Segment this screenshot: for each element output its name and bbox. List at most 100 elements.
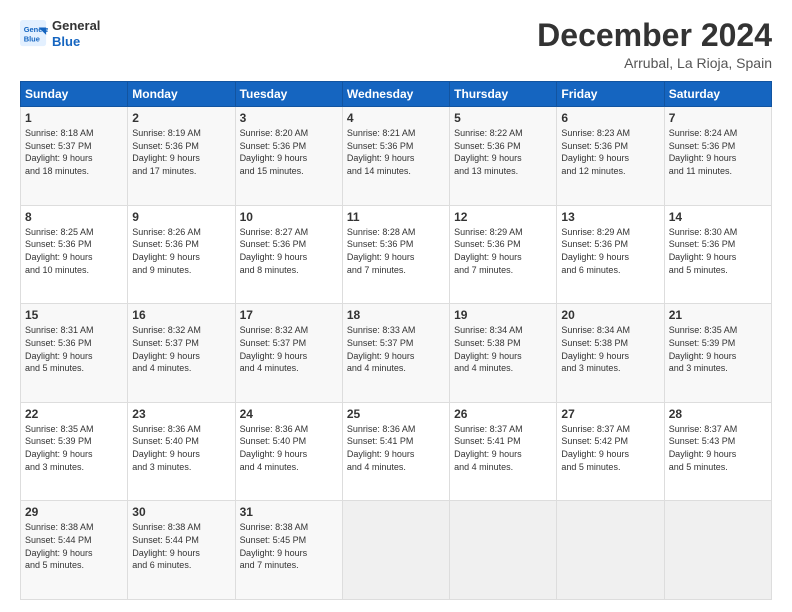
day-info: Sunrise: 8:24 AMSunset: 5:36 PMDaylight:…	[669, 127, 767, 177]
day-info: Sunrise: 8:37 AMSunset: 5:43 PMDaylight:…	[669, 423, 767, 473]
weekday-header-tuesday: Tuesday	[235, 82, 342, 107]
day-number: 12	[454, 210, 552, 224]
day-info: Sunrise: 8:37 AMSunset: 5:41 PMDaylight:…	[454, 423, 552, 473]
day-info: Sunrise: 8:19 AMSunset: 5:36 PMDaylight:…	[132, 127, 230, 177]
calendar-cell: 18 Sunrise: 8:33 AMSunset: 5:37 PMDayligh…	[342, 304, 449, 403]
day-info: Sunrise: 8:36 AMSunset: 5:40 PMDaylight:…	[132, 423, 230, 473]
calendar-cell: 15 Sunrise: 8:31 AMSunset: 5:36 PMDayligh…	[21, 304, 128, 403]
calendar-cell: 13 Sunrise: 8:29 AMSunset: 5:36 PMDayligh…	[557, 205, 664, 304]
calendar-cell: 17 Sunrise: 8:32 AMSunset: 5:37 PMDayligh…	[235, 304, 342, 403]
day-info: Sunrise: 8:38 AMSunset: 5:44 PMDaylight:…	[132, 521, 230, 571]
day-number: 7	[669, 111, 767, 125]
calendar-cell: 14Sunrise: 8:30 AMSunset: 5:36 PMDayligh…	[664, 205, 771, 304]
month-title: December 2024	[537, 18, 772, 53]
week-row-1: 1 Sunrise: 8:18 AMSunset: 5:37 PMDaylight…	[21, 107, 772, 206]
calendar-cell: 24 Sunrise: 8:36 AMSunset: 5:40 PMDayligh…	[235, 402, 342, 501]
calendar-cell: 21Sunrise: 8:35 AMSunset: 5:39 PMDayligh…	[664, 304, 771, 403]
week-row-2: 8 Sunrise: 8:25 AMSunset: 5:36 PMDaylight…	[21, 205, 772, 304]
day-info: Sunrise: 8:38 AMSunset: 5:45 PMDaylight:…	[240, 521, 338, 571]
calendar-cell: 19 Sunrise: 8:34 AMSunset: 5:38 PMDayligh…	[450, 304, 557, 403]
day-info: Sunrise: 8:38 AMSunset: 5:44 PMDaylight:…	[25, 521, 123, 571]
day-number: 23	[132, 407, 230, 421]
location-subtitle: Arrubal, La Rioja, Spain	[537, 55, 772, 71]
day-info: Sunrise: 8:32 AMSunset: 5:37 PMDaylight:…	[132, 324, 230, 374]
calendar-cell: 1 Sunrise: 8:18 AMSunset: 5:37 PMDaylight…	[21, 107, 128, 206]
day-info: Sunrise: 8:36 AMSunset: 5:41 PMDaylight:…	[347, 423, 445, 473]
day-number: 31	[240, 505, 338, 519]
calendar-cell	[557, 501, 664, 600]
calendar-cell: 16 Sunrise: 8:32 AMSunset: 5:37 PMDayligh…	[128, 304, 235, 403]
day-info: Sunrise: 8:31 AMSunset: 5:36 PMDaylight:…	[25, 324, 123, 374]
day-number: 10	[240, 210, 338, 224]
day-number: 27	[561, 407, 659, 421]
day-number: 15	[25, 308, 123, 322]
weekday-header-friday: Friday	[557, 82, 664, 107]
weekday-header-saturday: Saturday	[664, 82, 771, 107]
day-info: Sunrise: 8:33 AMSunset: 5:37 PMDaylight:…	[347, 324, 445, 374]
day-info: Sunrise: 8:21 AMSunset: 5:36 PMDaylight:…	[347, 127, 445, 177]
header: General Blue General Blue December 2024 …	[20, 18, 772, 71]
day-number: 1	[25, 111, 123, 125]
day-info: Sunrise: 8:29 AMSunset: 5:36 PMDaylight:…	[561, 226, 659, 276]
day-number: 8	[25, 210, 123, 224]
day-info: Sunrise: 8:23 AMSunset: 5:36 PMDaylight:…	[561, 127, 659, 177]
day-info: Sunrise: 8:35 AMSunset: 5:39 PMDaylight:…	[669, 324, 767, 374]
day-info: Sunrise: 8:34 AMSunset: 5:38 PMDaylight:…	[454, 324, 552, 374]
logo-icon: General Blue	[20, 20, 48, 48]
title-area: December 2024 Arrubal, La Rioja, Spain	[537, 18, 772, 71]
weekday-header-row: SundayMondayTuesdayWednesdayThursdayFrid…	[21, 82, 772, 107]
calendar-cell: 7 Sunrise: 8:24 AMSunset: 5:36 PMDaylight…	[664, 107, 771, 206]
day-number: 24	[240, 407, 338, 421]
day-info: Sunrise: 8:37 AMSunset: 5:42 PMDaylight:…	[561, 423, 659, 473]
week-row-4: 22 Sunrise: 8:35 AMSunset: 5:39 PMDayligh…	[21, 402, 772, 501]
calendar-cell: 29 Sunrise: 8:38 AMSunset: 5:44 PMDayligh…	[21, 501, 128, 600]
day-info: Sunrise: 8:28 AMSunset: 5:36 PMDaylight:…	[347, 226, 445, 276]
logo-blue: Blue	[52, 34, 80, 49]
calendar-cell: 28 Sunrise: 8:37 AMSunset: 5:43 PMDayligh…	[664, 402, 771, 501]
day-number: 22	[25, 407, 123, 421]
weekday-header-monday: Monday	[128, 82, 235, 107]
day-number: 3	[240, 111, 338, 125]
day-info: Sunrise: 8:20 AMSunset: 5:36 PMDaylight:…	[240, 127, 338, 177]
day-number: 28	[669, 407, 767, 421]
calendar-cell: 2 Sunrise: 8:19 AMSunset: 5:36 PMDaylight…	[128, 107, 235, 206]
day-info: Sunrise: 8:35 AMSunset: 5:39 PMDaylight:…	[25, 423, 123, 473]
weekday-header-thursday: Thursday	[450, 82, 557, 107]
day-number: 30	[132, 505, 230, 519]
calendar-cell: 27 Sunrise: 8:37 AMSunset: 5:42 PMDayligh…	[557, 402, 664, 501]
day-number: 13	[561, 210, 659, 224]
day-number: 20	[561, 308, 659, 322]
day-info: Sunrise: 8:29 AMSunset: 5:36 PMDaylight:…	[454, 226, 552, 276]
day-info: Sunrise: 8:22 AMSunset: 5:36 PMDaylight:…	[454, 127, 552, 177]
week-row-3: 15 Sunrise: 8:31 AMSunset: 5:36 PMDayligh…	[21, 304, 772, 403]
calendar-cell: 11Sunrise: 8:28 AMSunset: 5:36 PMDayligh…	[342, 205, 449, 304]
day-number: 26	[454, 407, 552, 421]
calendar-cell: 30 Sunrise: 8:38 AMSunset: 5:44 PMDayligh…	[128, 501, 235, 600]
calendar-cell: 5Sunrise: 8:22 AMSunset: 5:36 PMDaylight…	[450, 107, 557, 206]
day-number: 18	[347, 308, 445, 322]
calendar-cell: 10 Sunrise: 8:27 AMSunset: 5:36 PMDayligh…	[235, 205, 342, 304]
calendar-cell: 25 Sunrise: 8:36 AMSunset: 5:41 PMDayligh…	[342, 402, 449, 501]
day-number: 16	[132, 308, 230, 322]
day-info: Sunrise: 8:34 AMSunset: 5:38 PMDaylight:…	[561, 324, 659, 374]
calendar-cell	[450, 501, 557, 600]
weekday-header-sunday: Sunday	[21, 82, 128, 107]
day-number: 9	[132, 210, 230, 224]
page: General Blue General Blue December 2024 …	[0, 0, 792, 612]
day-number: 17	[240, 308, 338, 322]
day-info: Sunrise: 8:30 AMSunset: 5:36 PMDaylight:…	[669, 226, 767, 276]
calendar-cell: 8 Sunrise: 8:25 AMSunset: 5:36 PMDaylight…	[21, 205, 128, 304]
logo-general: General	[52, 18, 100, 33]
day-number: 6	[561, 111, 659, 125]
day-number: 29	[25, 505, 123, 519]
day-info: Sunrise: 8:32 AMSunset: 5:37 PMDaylight:…	[240, 324, 338, 374]
day-info: Sunrise: 8:25 AMSunset: 5:36 PMDaylight:…	[25, 226, 123, 276]
day-number: 25	[347, 407, 445, 421]
calendar-cell: 4Sunrise: 8:21 AMSunset: 5:36 PMDaylight…	[342, 107, 449, 206]
calendar-cell: 6 Sunrise: 8:23 AMSunset: 5:36 PMDaylight…	[557, 107, 664, 206]
day-info: Sunrise: 8:18 AMSunset: 5:37 PMDaylight:…	[25, 127, 123, 177]
day-info: Sunrise: 8:27 AMSunset: 5:36 PMDaylight:…	[240, 226, 338, 276]
day-number: 2	[132, 111, 230, 125]
day-info: Sunrise: 8:36 AMSunset: 5:40 PMDaylight:…	[240, 423, 338, 473]
day-number: 19	[454, 308, 552, 322]
